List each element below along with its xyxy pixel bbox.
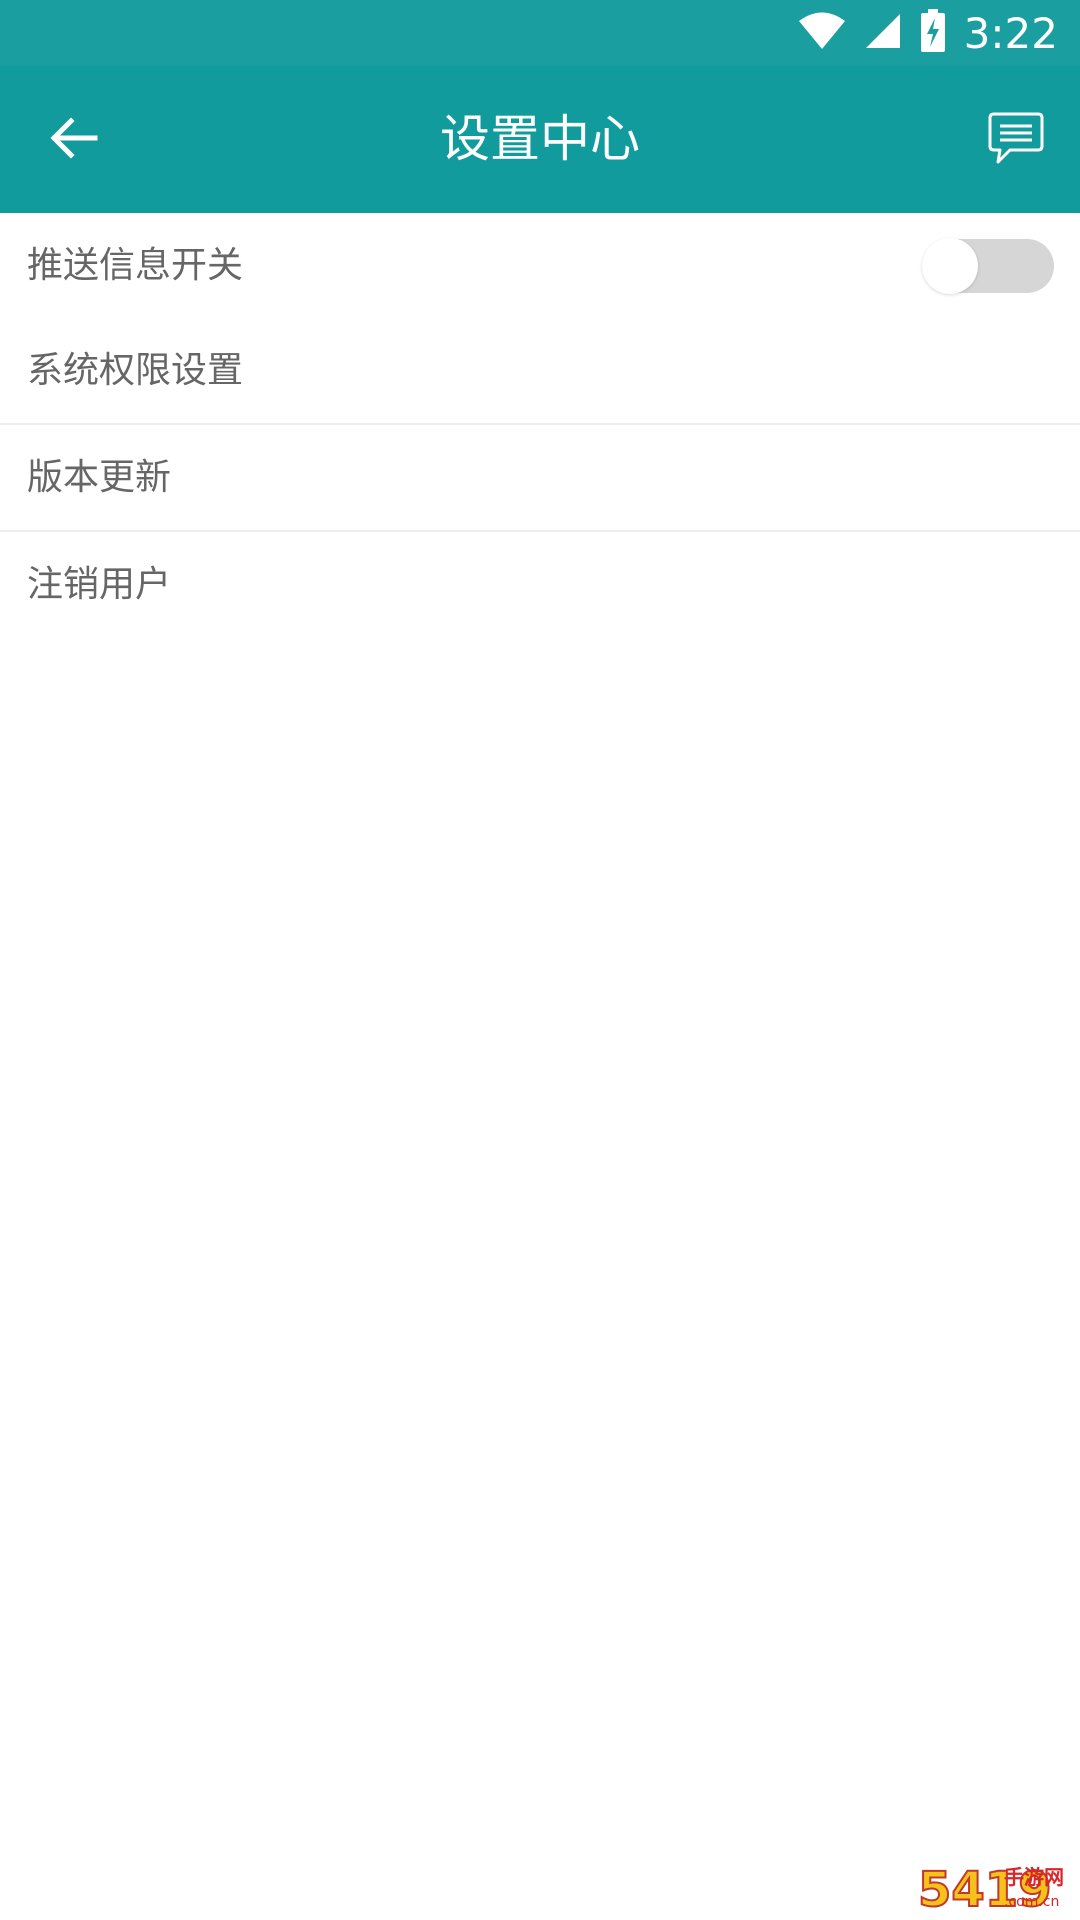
toggle-knob: [922, 238, 978, 294]
battery-charging-icon: [920, 9, 946, 57]
watermark-text: 手游网: [1004, 1865, 1064, 1889]
wifi-icon: [798, 12, 846, 54]
settings-item-logout[interactable]: 注销用户: [0, 532, 1080, 637]
arrow-left-icon: [49, 116, 99, 164]
settings-item-system-permissions[interactable]: 系统权限设置: [0, 318, 1080, 423]
settings-item-label: 推送信息开关: [27, 245, 244, 286]
watermark-domain: .com.cn: [1004, 1894, 1059, 1910]
status-bar: 3:22: [0, 0, 1080, 66]
cellular-signal-icon: [864, 12, 902, 54]
settings-item-version-update[interactable]: 版本更新: [0, 425, 1080, 530]
status-icons: 3:22: [798, 0, 1058, 66]
back-button[interactable]: [30, 96, 118, 184]
app-bar: 设置中心: [0, 66, 1080, 213]
settings-screen: 3:22 设置中心 推送信息开关 系统权限设置 版本更新 注销用户 5419 手…: [0, 0, 1080, 1920]
settings-item-label: 版本更新: [27, 457, 172, 498]
page-title: 设置中心: [440, 110, 640, 168]
status-time: 3:22: [963, 8, 1058, 58]
settings-item-label: 注销用户: [27, 564, 172, 605]
settings-item-label: 系统权限设置: [27, 350, 244, 391]
settings-item-push-notifications[interactable]: 推送信息开关: [0, 213, 1080, 318]
watermark-logo: 5419 手游网 .com.cn: [916, 1856, 1076, 1919]
message-icon: [988, 112, 1044, 168]
push-notification-toggle[interactable]: [922, 238, 1054, 294]
settings-list: 推送信息开关 系统权限设置 版本更新 注销用户: [0, 213, 1080, 637]
message-button[interactable]: [976, 100, 1056, 180]
